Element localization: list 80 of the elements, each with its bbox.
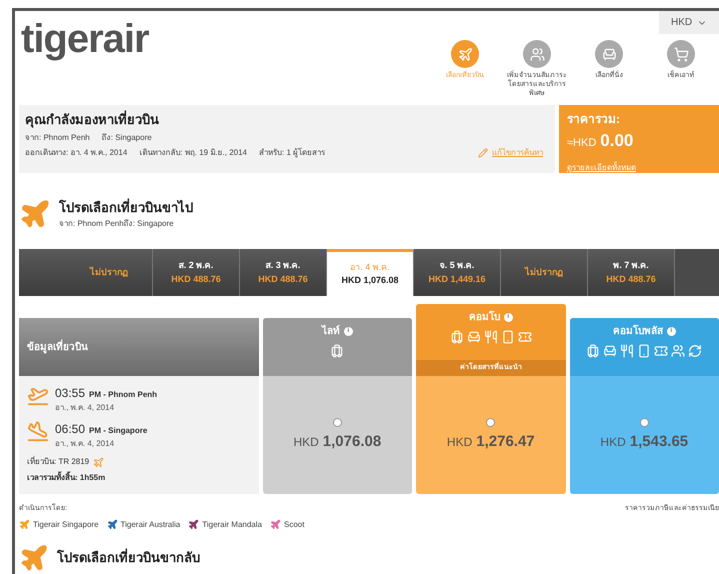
- plane-icon: [19, 542, 49, 572]
- plane-icon: [19, 198, 51, 230]
- total-label: ราคารวม:: [567, 111, 621, 128]
- flight-date: อา., พ.ค. 4, 2014: [55, 438, 116, 450]
- bag-icon: [586, 344, 600, 358]
- route-text: จาก: Phnom Penhถึง: Singapore: [59, 218, 175, 230]
- passenger-text: สำหรับ: 1 ผู้โดยสาร: [259, 146, 326, 158]
- tab-date: อา. 4 พ.ค.: [350, 260, 390, 274]
- fare-radio[interactable]: [332, 418, 342, 427]
- tab-date: พ. 7 พ.ค.: [613, 259, 649, 272]
- bag-icon: [450, 330, 464, 344]
- step-icon[interactable]: [667, 40, 695, 68]
- carrier-name: Tigerair Singapore: [33, 518, 99, 530]
- tab-date: ส. 3 พ.ค.: [266, 259, 300, 272]
- flight-time: 03:55: [55, 385, 86, 402]
- tab-price: HKD 1,449.16: [428, 272, 486, 286]
- flight-date: อา., พ.ค. 4, 2014: [55, 402, 116, 414]
- date-tab[interactable]: พ. 7 พ.ค. HKD 488.76: [588, 249, 675, 296]
- fare-currency: HKD: [600, 434, 626, 451]
- total-amount: 0.00: [600, 130, 634, 152]
- step-icon[interactable]: [523, 40, 551, 68]
- fare-name: คอมโบ: [468, 310, 500, 325]
- ticket-icon: [654, 344, 668, 358]
- fare-radio[interactable]: [486, 418, 496, 427]
- from-text: จาก: Phnom Penh: [25, 132, 90, 144]
- return-title: โปรดเลือกเที่ยวบินขากลับ: [57, 548, 200, 567]
- fare-currency: HKD: [446, 434, 472, 451]
- tab-price: HKD 488.76: [171, 272, 221, 286]
- date-tab[interactable]: ส. 3 พ.ค. HKD 488.76: [240, 249, 327, 296]
- meal-icon: [484, 330, 498, 344]
- step-icon[interactable]: [451, 40, 479, 68]
- fare-radio[interactable]: [640, 418, 649, 427]
- outbound-title: โปรดเลือกเที่ยวบินขาไป: [59, 198, 193, 218]
- people-icon: [671, 344, 686, 358]
- tab-date: ไม่ปรากฏ: [90, 266, 128, 279]
- tab-price: HKD 488.76: [258, 272, 308, 286]
- date-tab[interactable]: อา. 4 พ.ค. HKD 1,076.08: [327, 249, 414, 296]
- fare-price: 1,276.47: [476, 432, 535, 452]
- flight-time: 06:50: [55, 421, 86, 438]
- fare-name: คอมโบพลัส: [612, 324, 663, 339]
- date-tab[interactable]: ไม่ปรากฏ: [501, 249, 588, 296]
- currency-dropdown[interactable]: HKD: [659, 11, 719, 34]
- return-text: เดินทางกลับ: พฤ. 19 มิ.ย., 2014: [139, 146, 248, 158]
- step-icon[interactable]: [595, 40, 623, 68]
- duration-text: เวลารวมทั้งสิ้น: 1h55m: [27, 472, 106, 484]
- fare-price: 1,543.65: [630, 432, 688, 452]
- flight-place: PM - Phnom Penh: [89, 389, 158, 401]
- fare-currency: HKD: [293, 434, 319, 451]
- tab-price: HKD 488.76: [606, 272, 656, 286]
- total-currency: ≈HKD: [567, 136, 596, 151]
- logo[interactable]: tigerair: [19, 11, 149, 105]
- plane-icon: [93, 456, 104, 468]
- change-icon: [688, 344, 702, 358]
- to-text: ถึง: Singapore: [102, 132, 152, 144]
- tab-price: HKD 1,076.08: [341, 274, 399, 287]
- seat-icon: [603, 344, 618, 358]
- plane-icon: [27, 420, 49, 442]
- flight-info-title: ข้อมูลเที่ยวบิน: [27, 340, 88, 354]
- date-tab[interactable]: ส. 2 พ.ค. HKD 488.76: [153, 249, 240, 296]
- tab-date: ส. 2 พ.ค.: [178, 259, 214, 272]
- seat-icon: [466, 330, 481, 344]
- flight-number: เที่ยวบิน: TR 2819: [27, 456, 90, 468]
- phone-icon: [500, 330, 515, 344]
- tab-date: ไม่ปรากฏ: [525, 266, 563, 279]
- fare-price: 1,076.08: [322, 432, 382, 452]
- carrier-name: Scoot: [284, 518, 304, 530]
- date-tab[interactable]: จ. 5 พ.ค. HKD 1,449.16: [414, 249, 501, 296]
- ticket-icon: [518, 330, 532, 344]
- fare-name: ไลท์: [322, 324, 340, 339]
- carrier-name: Tigerair Mandala: [202, 518, 262, 530]
- date-tab[interactable]: ไม่ปรากฏ: [19, 249, 153, 296]
- pencil-icon: [478, 148, 488, 158]
- bag-icon: [330, 344, 344, 358]
- meal-icon: [620, 344, 634, 358]
- search-title: คุณกำลังมองหาเที่ยวบิน: [25, 110, 160, 130]
- phone-icon: [637, 344, 652, 358]
- depart-text: ออกเดินทาง: อา. 4 พ.ค., 2014: [25, 146, 128, 158]
- flight-place: PM - Singapore: [89, 425, 148, 437]
- carrier-name: Tigerair Australia: [120, 518, 180, 530]
- tab-date: จ. 5 พ.ค.: [440, 259, 474, 272]
